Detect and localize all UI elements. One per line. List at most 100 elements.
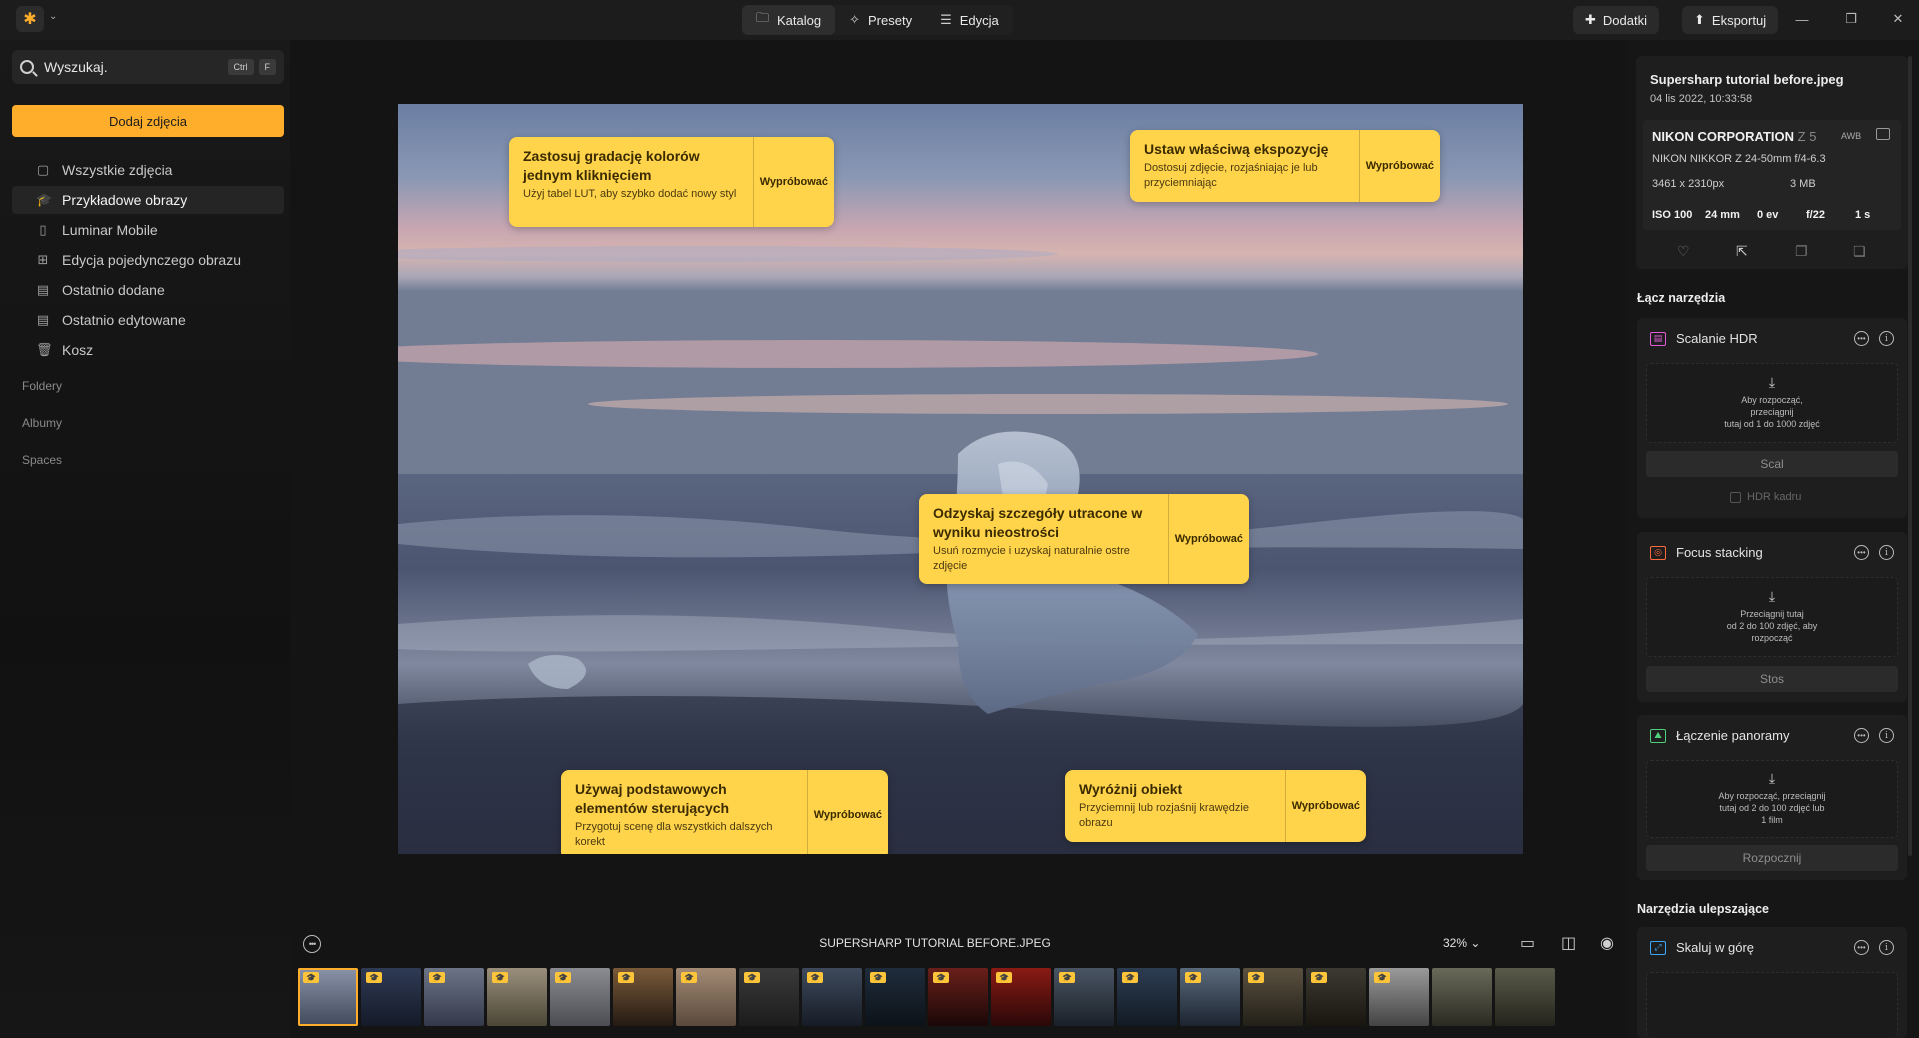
sidebar-item-trash[interactable]: 🗑 Kosz: [12, 336, 284, 364]
tip-description: Dostosuj zdjęcie, rozjaśniając je lub pr…: [1144, 162, 1318, 189]
filmstrip-thumbnail[interactable]: 🎓: [550, 968, 610, 1026]
try-button[interactable]: Wypróbować: [808, 770, 888, 854]
sliders-icon: ☰: [940, 12, 952, 27]
filmstrip-thumbnail[interactable]: 🎓: [802, 968, 862, 1026]
stack-icon[interactable]: ❏: [1853, 243, 1866, 260]
filmstrip-thumbnail[interactable]: 🎓: [739, 968, 799, 1026]
drop-zone-focus[interactable]: ⤓ Przeciągnij tutaj od 2 do 100 zdjęć, a…: [1646, 577, 1898, 657]
filmstrip-thumbnail[interactable]: 🎓: [676, 968, 736, 1026]
luminar-logo-icon[interactable]: ✱: [16, 6, 44, 32]
sample-badge-icon: 🎓: [429, 972, 445, 983]
merge-button[interactable]: Scal: [1646, 451, 1898, 477]
filmstrip-view-icon[interactable]: ▭: [1520, 933, 1535, 953]
section-spaces[interactable]: Spaces: [22, 453, 62, 467]
shortcut-key: F: [258, 59, 276, 75]
eye-icon[interactable]: ◉: [1600, 933, 1614, 953]
sidebar-item-recently-edited[interactable]: ▤ Ostatnio edytowane: [12, 306, 284, 334]
try-button[interactable]: Wypróbować: [1286, 770, 1366, 842]
tip-card-basic-controls[interactable]: Używaj podstawowych elementów sterującyc…: [561, 770, 888, 854]
drop-zone-hdr[interactable]: ⤓ Aby rozpocząć, przeciągnij tutaj od 1 …: [1646, 363, 1898, 443]
info-icon[interactable]: i: [1879, 545, 1894, 560]
drop-zone-panorama[interactable]: ⤓ Aby rozpocząć, przeciągnij tutaj od 2 …: [1646, 760, 1898, 838]
exif-focal: 24 mm: [1705, 209, 1740, 221]
tool-name: Focus stacking: [1676, 545, 1763, 560]
search-input[interactable]: Wyszukaj. Ctrl F: [12, 50, 284, 84]
addons-button[interactable]: ✚ Dodatki: [1573, 6, 1659, 34]
chevron-down-icon[interactable]: ⌄: [49, 11, 57, 22]
filmstrip-thumbnail[interactable]: 🎓: [1054, 968, 1114, 1026]
tip-card-exposure[interactable]: Ustaw właściwą ekspozycję Dostosuj zdjęc…: [1130, 130, 1440, 202]
filmstrip-thumbnail[interactable]: 🎓: [487, 968, 547, 1026]
tab-katalog[interactable]: 🗀 Katalog: [742, 5, 836, 35]
drop-zone-upscale[interactable]: [1646, 972, 1898, 1038]
filmstrip-thumbnail[interactable]: 🎓: [298, 968, 358, 1026]
filmstrip-thumbnail[interactable]: 🎓: [1369, 968, 1429, 1026]
section-albums[interactable]: Albumy: [22, 416, 62, 430]
sample-badge-icon: 🎓: [303, 972, 319, 983]
info-icon[interactable]: i: [1879, 940, 1894, 955]
more-options-icon[interactable]: •••: [1854, 545, 1869, 560]
sidebar-item-sample-images[interactable]: 🎓 Przykładowe obrazy: [12, 186, 284, 214]
filmstrip-thumbnail[interactable]: 🎓: [1180, 968, 1240, 1026]
add-photos-button[interactable]: Dodaj zdjęcia: [12, 105, 284, 137]
filmstrip-thumbnail[interactable]: 🎓: [991, 968, 1051, 1026]
sidebar-item-all-photos[interactable]: ▢ Wszystkie zdjęcia: [12, 156, 284, 184]
filmstrip-thumbnail[interactable]: 🎓: [424, 968, 484, 1026]
frame-icon[interactable]: [1876, 128, 1890, 140]
section-folders[interactable]: Foldery: [22, 379, 62, 393]
start-button[interactable]: Rozpocznij: [1646, 845, 1898, 871]
try-button[interactable]: Wypróbować: [1169, 494, 1249, 584]
heart-icon[interactable]: ♡: [1677, 243, 1690, 260]
filmstrip-thumbnail[interactable]: 🎓: [1117, 968, 1177, 1026]
restore-icon[interactable]: ❐: [1836, 8, 1866, 30]
tip-card-highlight-object[interactable]: Wyróżnij obiekt Przyciemnij lub rozjaśni…: [1065, 770, 1366, 842]
section-combine-tools: Łącz narzędzia: [1637, 291, 1726, 305]
filmstrip-thumbnail[interactable]: 🎓: [361, 968, 421, 1026]
tip-card-color-grading[interactable]: Zastosuj gradację kolorów jednym kliknię…: [509, 137, 834, 227]
info-icon[interactable]: i: [1879, 331, 1894, 346]
info-datetime: 04 lis 2022, 10:33:58: [1650, 93, 1753, 105]
camera-model: Z 5: [1797, 129, 1817, 144]
main-photo[interactable]: Zastosuj gradację kolorów jednym kliknię…: [398, 104, 1523, 854]
try-button[interactable]: Wypróbować: [754, 137, 834, 227]
filmstrip-thumbnail[interactable]: [1495, 968, 1555, 1026]
sparkle-icon: ✧: [849, 12, 861, 27]
compare-icon[interactable]: ◫: [1561, 933, 1576, 953]
filmstrip-thumbnail[interactable]: 🎓: [865, 968, 925, 1026]
more-options-icon[interactable]: •••: [1854, 940, 1869, 955]
sample-badge-icon: 🎓: [870, 972, 886, 983]
tip-card-sharpness[interactable]: Odzyskaj szczegóły utracone w wyniku nie…: [919, 494, 1249, 584]
tab-presety[interactable]: ✧ Presety: [835, 5, 926, 35]
share-icon[interactable]: ⇱: [1736, 243, 1748, 260]
filmstrip-thumbnail[interactable]: 🎓: [928, 968, 988, 1026]
tip-description: Przygotuj scenę dla wszystkich dalszych …: [575, 821, 773, 848]
tab-edycja[interactable]: ☰ Edycja: [926, 5, 1013, 35]
sidebar-item-recently-added[interactable]: ▤ Ostatnio dodane: [12, 276, 284, 304]
minimize-icon[interactable]: —: [1787, 8, 1817, 30]
sample-badge-icon: 🎓: [1311, 972, 1327, 983]
checkbox-icon: [1730, 491, 1741, 503]
filmstrip-thumbnail[interactable]: [1432, 968, 1492, 1026]
more-options-icon[interactable]: •••: [1854, 331, 1869, 346]
scrollbar[interactable]: [1908, 56, 1912, 856]
zoom-level[interactable]: 32% ⌄: [1443, 936, 1480, 950]
try-button[interactable]: Wypróbować: [1360, 130, 1440, 202]
duplicate-icon[interactable]: ❐: [1795, 243, 1808, 260]
sample-badge-icon: 🎓: [1122, 972, 1138, 983]
lens-info: NIKON NIKKOR Z 24-50mm f/4-6.3: [1652, 153, 1826, 165]
export-button[interactable]: ⬆ Eksportuj: [1682, 6, 1779, 34]
info-icon[interactable]: i: [1879, 728, 1894, 743]
filmstrip-thumbnail[interactable]: 🎓: [1243, 968, 1303, 1026]
filmstrip-thumbnail[interactable]: 🎓: [1306, 968, 1366, 1026]
filmstrip-thumbnail[interactable]: 🎓: [613, 968, 673, 1026]
panorama-icon: ⛰: [1650, 728, 1666, 743]
sidebar-item-luminar-mobile[interactable]: ▯ Luminar Mobile: [12, 216, 284, 244]
folder-icon: 🗀: [756, 10, 770, 25]
close-icon[interactable]: ✕: [1883, 8, 1913, 30]
hdr-frame-checkbox[interactable]: HDR kadru: [1730, 491, 1801, 503]
stack-button[interactable]: Stos: [1646, 666, 1898, 692]
graduation-cap-icon: 🎓: [36, 192, 53, 207]
more-options-icon[interactable]: •••: [303, 935, 321, 953]
sidebar-item-single-image-edit[interactable]: ⊞ Edycja pojedynczego obrazu: [12, 246, 284, 274]
more-options-icon[interactable]: •••: [1854, 728, 1869, 743]
